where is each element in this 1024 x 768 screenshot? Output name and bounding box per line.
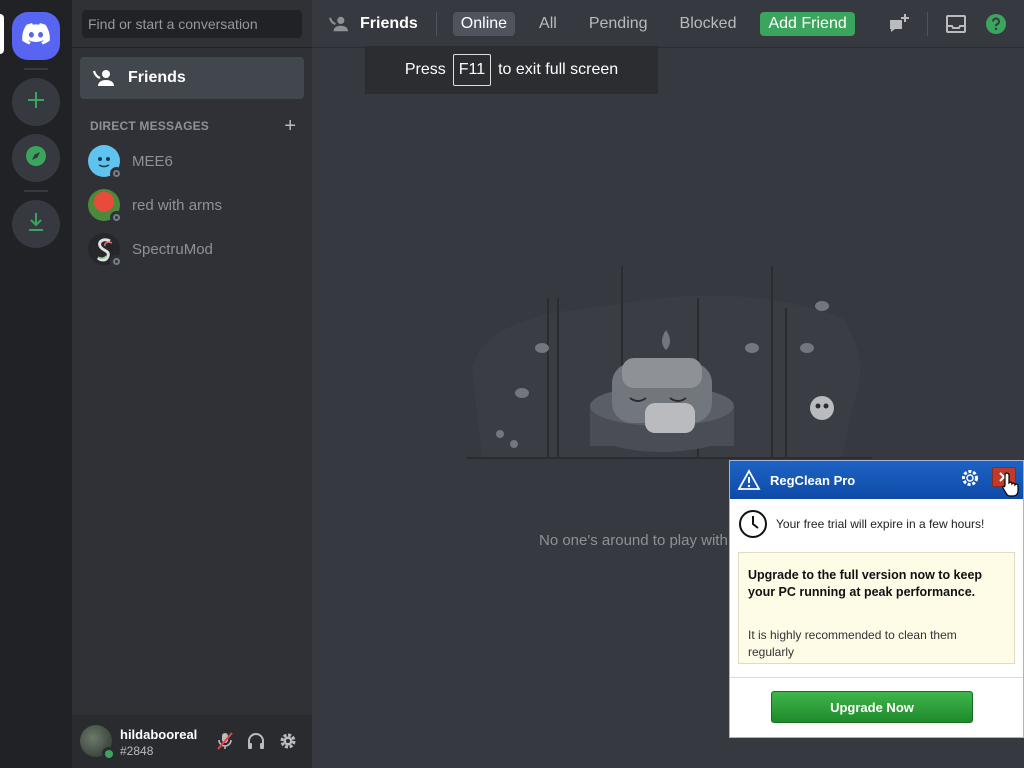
sidebar-divider: [72, 47, 312, 48]
f11-key: F11: [452, 54, 492, 86]
deafen-button[interactable]: [244, 729, 268, 753]
dm-header-label: DIRECT MESSAGES: [90, 119, 210, 133]
page-title: Friends: [328, 12, 418, 36]
upgrade-headline: Upgrade to the full version now to keep …: [748, 568, 983, 599]
offline-status-icon: [110, 167, 123, 180]
avatar[interactable]: [80, 725, 115, 760]
popup-divider: [730, 677, 1023, 678]
microphone-muted-icon: [217, 732, 233, 750]
avatar: [88, 189, 123, 224]
home-button[interactable]: [12, 12, 60, 60]
trial-text: Your free trial will expire in a few hou…: [776, 517, 985, 531]
dm-name: SpectruMod: [132, 240, 213, 258]
topbar-divider: [927, 12, 928, 36]
username: hildabooreal: [120, 727, 198, 742]
inbox-button[interactable]: [944, 12, 968, 36]
fullscreen-prefix: Press: [404, 61, 446, 78]
mouse-cursor-icon: [1000, 471, 1022, 497]
headphones-icon: [248, 733, 264, 749]
dm-name: red with arms: [132, 196, 223, 214]
selected-indicator: [0, 14, 4, 54]
tab-all[interactable]: All: [531, 12, 565, 36]
page-title-text: Friends: [360, 14, 418, 32]
gear-icon: [280, 733, 296, 749]
new-group-dm-icon: [890, 14, 909, 32]
user-tag: #2848: [120, 744, 154, 758]
tab-online[interactable]: Online: [452, 11, 516, 36]
dm-name: MEE6: [132, 152, 173, 170]
tab-pending[interactable]: Pending: [581, 12, 656, 36]
create-dm-button[interactable]: +: [284, 116, 296, 136]
clock-icon: [738, 509, 768, 539]
user-panel: hildabooreal #2848: [72, 715, 312, 768]
discord-logo-icon: [22, 22, 50, 50]
explore-servers-button[interactable]: [12, 134, 60, 182]
user-settings-button[interactable]: [276, 729, 300, 753]
popup-settings-button[interactable]: [959, 467, 981, 489]
search-input[interactable]: [82, 10, 302, 38]
compass-icon: [25, 145, 47, 172]
mute-microphone-button[interactable]: [213, 729, 237, 753]
wumpus-illustration: [462, 258, 882, 488]
sidebar-item-friends[interactable]: Friends: [80, 57, 304, 99]
new-group-dm-button[interactable]: [887, 12, 911, 36]
upgrade-message-box: Upgrade to the full version now to keep …: [738, 552, 1015, 664]
gear-icon: [962, 470, 978, 486]
friends-icon: [92, 66, 116, 90]
avatar: [88, 145, 123, 180]
inbox-icon: [946, 15, 966, 33]
avatar: [88, 233, 123, 268]
fullscreen-banner: Press F11 to exit full screen: [365, 46, 658, 94]
dm-item-spectrumod[interactable]: SpectruMod: [80, 228, 304, 270]
topbar-actions: [887, 0, 1024, 48]
help-icon: [986, 14, 1006, 34]
online-status-icon: [102, 747, 115, 760]
download-icon: [26, 211, 46, 238]
empty-state-text: No one's around to play with: [539, 532, 728, 549]
rail-separator: [24, 68, 48, 70]
topbar-divider: [435, 11, 437, 36]
popup-title: RegClean Pro: [770, 472, 856, 488]
dm-sidebar: Friends DIRECT MESSAGES + MEE6 red with …: [72, 0, 312, 768]
dm-header: DIRECT MESSAGES +: [90, 116, 296, 136]
help-button[interactable]: [984, 12, 1008, 36]
rail-separator: [24, 190, 48, 192]
friends-label: Friends: [128, 69, 186, 86]
dm-item-mee6[interactable]: MEE6: [80, 140, 304, 182]
fullscreen-suffix: to exit full screen: [498, 61, 619, 78]
regclean-popup: RegClean Pro Your free trial will expire…: [729, 460, 1024, 738]
add-server-button[interactable]: [12, 78, 60, 126]
friends-topbar: Friends Online All Pending Blocked Add F…: [312, 0, 1024, 48]
trial-notice: Your free trial will expire in a few hou…: [738, 509, 1018, 539]
offline-status-icon: [110, 211, 123, 224]
offline-status-icon: [110, 255, 123, 268]
upgrade-note: It is highly recommended to clean them r…: [748, 628, 957, 659]
add-friend-button[interactable]: Add Friend: [760, 11, 855, 36]
server-rail: [0, 0, 72, 768]
download-apps-button[interactable]: [12, 200, 60, 248]
plus-icon: [26, 90, 46, 115]
tab-blocked[interactable]: Blocked: [672, 12, 745, 36]
discord-app: Friends DIRECT MESSAGES + MEE6 red with …: [0, 0, 1024, 768]
upgrade-now-button[interactable]: Upgrade Now: [771, 691, 973, 723]
dm-item-red-with-arms[interactable]: red with arms: [80, 184, 304, 226]
warning-icon: [736, 468, 762, 492]
friends-icon: [328, 12, 352, 36]
